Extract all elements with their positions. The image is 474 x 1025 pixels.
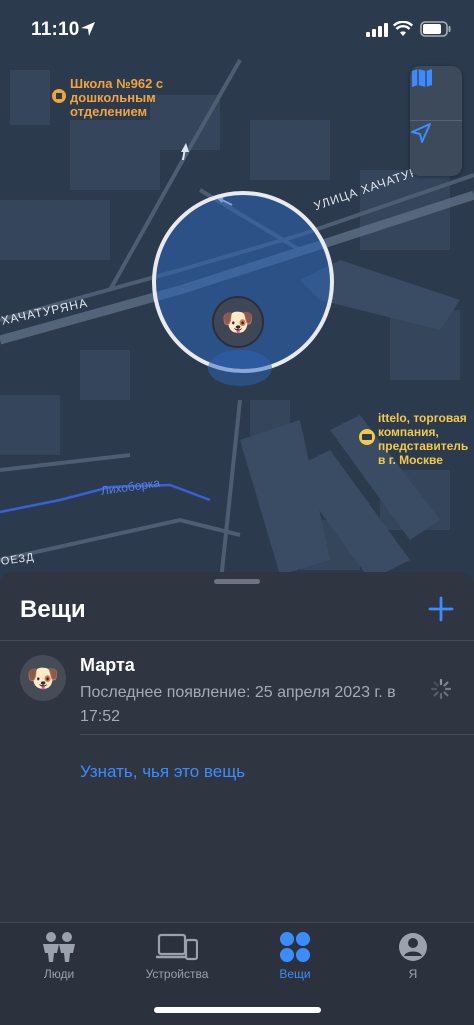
plus-icon: [427, 596, 455, 628]
divider: [0, 640, 474, 641]
tab-label: Вещи: [279, 967, 311, 981]
item-name: Марта: [80, 655, 135, 675]
tab-devices[interactable]: Устройства: [118, 923, 236, 993]
cellular-signal-icon: [366, 23, 388, 42]
map-view[interactable]: Школа №962 с дошкольным отделением УЛИЦА…: [0, 0, 474, 590]
map-controls: [410, 66, 462, 176]
map-mode-button[interactable]: [410, 66, 462, 120]
status-bar: 11:10: [0, 0, 474, 60]
divider: [80, 734, 474, 735]
status-time: 11:10: [31, 19, 80, 40]
person-icon: [397, 931, 429, 965]
map-label-company[interactable]: ittelo, торговая компания, представитель…: [378, 411, 474, 467]
loading-spinner-icon: [430, 678, 452, 700]
tab-items[interactable]: Вещи: [236, 923, 354, 993]
devices-icon: [156, 931, 199, 965]
sheet-grabber[interactable]: [214, 579, 260, 584]
item-last-seen: Последнее появление: 25 апреля 2023 г. в…: [80, 684, 396, 725]
tab-people[interactable]: Люди: [0, 923, 118, 993]
add-item-button[interactable]: [427, 594, 455, 624]
battery-icon: [420, 21, 452, 42]
list-item[interactable]: 🐶 Марта Последнее появление: 25 апреля 2…: [0, 642, 474, 732]
wifi-icon: [392, 20, 414, 42]
location-services-icon: [80, 21, 96, 42]
tab-label: Устройства: [145, 967, 209, 981]
tab-me[interactable]: Я: [354, 923, 472, 993]
map-label-school[interactable]: Школа №962 с дошкольным отделением: [70, 77, 180, 119]
items-icon: [279, 931, 311, 965]
people-icon: [39, 931, 79, 965]
identify-item-link[interactable]: Узнать, чья это вещь: [80, 762, 245, 782]
tab-label: Я: [408, 967, 418, 981]
home-indicator[interactable]: [154, 1007, 321, 1013]
item-location-pin[interactable]: 🐶: [212, 296, 264, 348]
tab-label: Люди: [43, 967, 75, 981]
sheet-title: Вещи: [20, 596, 86, 623]
avatar: 🐶: [20, 655, 66, 701]
locate-me-button[interactable]: [410, 122, 462, 176]
